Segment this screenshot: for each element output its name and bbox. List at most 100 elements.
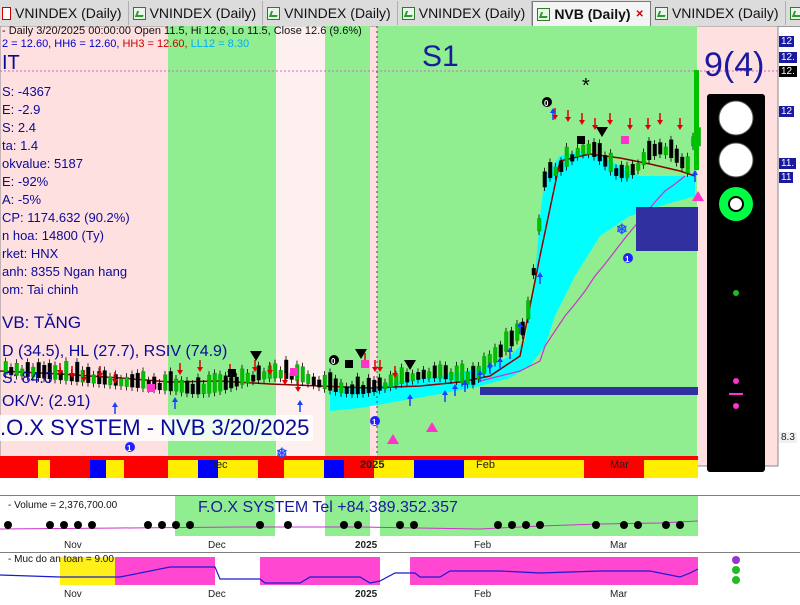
month-label-dec: Dec [208,459,228,471]
candle [471,362,476,389]
chart-tab-icon [654,6,668,20]
svg-text:Feb: Feb [474,540,492,551]
svg-text:Mar: Mar [610,540,628,551]
tab-0[interactable]: VNINDEX (Daily) [0,1,129,25]
svg-text:1: 1 [625,255,630,264]
contact-text: F.O.X SYSTEM Tel +84.389.352.357 [198,499,458,516]
svg-text:2025: 2025 [355,540,378,551]
signal-label: S1 [422,40,459,73]
status-strip [0,456,698,478]
chart-tab-icon [537,7,551,21]
svg-text:0: 0 [544,99,549,108]
info-line: rket: HNX [2,246,59,261]
wave-label: 9(4) [704,46,764,84]
tab-1[interactable]: VNINDEX (Daily) [129,1,264,25]
tab-bar: VNINDEX (Daily) VNINDEX (Daily) VNINDEX (D… [0,0,800,27]
light-top [718,100,754,136]
close-icon[interactable]: ✕ [636,9,644,20]
svg-text:Nov: Nov [64,540,82,551]
info-line: okvalue: 5187 [2,156,83,171]
chart-tab-icon [132,6,146,20]
light-middle [718,142,754,178]
info-line: E: -92% [2,174,49,189]
candle [564,143,569,171]
info-line: S: -4367 [2,84,52,99]
trend-label: VB: TĂNG [2,313,82,332]
chart-tab-icon [2,6,11,20]
svg-text:1: 1 [372,418,377,427]
candle [608,149,613,176]
traffic-light [707,94,765,472]
candle [597,139,602,165]
level-value: HH6 = 12.60, [54,38,123,50]
watermark: .O.X SYSTEM - NVB 3/20/2025 [0,415,314,441]
tab-2[interactable]: VNINDEX (Daily) [263,1,398,25]
info-line: om: Tai chinh [2,282,79,297]
safety-title: - Muc do an toan = 9.00 [8,554,114,565]
tab-label: VNINDEX (Daily) [149,5,257,21]
candle [212,369,217,397]
chart-tab-icon [401,6,415,20]
support-box [636,207,698,251]
ohlc-line: - Daily 3/20/2025 00:00:00 Open 11.5, Hi… [2,25,362,37]
tab-3[interactable]: VNINDEX (Daily) [398,1,533,25]
score-line: S: 84.0 [2,370,53,387]
svg-text:Dec: Dec [208,589,226,600]
last-candle [694,70,699,170]
levels-line: 2 = 12.60, HH6 = 12.60, HH3 = 12.60, LL1… [2,38,249,50]
tab-label: NVB (Daily) [554,6,631,22]
info-line: anh: 8355 Ngan hang [2,264,128,279]
price-axis-label: 12. [779,52,797,63]
star-marker: * [582,75,590,97]
tab-label: VNINDEX (Daily) [284,5,391,21]
tab-4[interactable]: NVB (Daily) ✕ [532,1,651,26]
tab-5[interactable]: VNINDEX (Daily) [651,1,786,25]
price-axis-label: 8.3 [779,432,797,443]
pbv-line: OK/V: (2.91) [2,393,91,410]
info-line: E: -2.9 [2,102,41,117]
svg-text:2025: 2025 [355,589,378,600]
safety-pane: - Muc do an toan = 9.00 Nov Dec 2025 Feb… [0,553,800,600]
svg-text:Dec: Dec [208,540,226,551]
info-line: ta: 1.4 [2,138,39,153]
info-line: S: 2.4 [2,120,36,135]
volume-pane: - Volume = 2,376,700.00 F.O.X SYSTEM Tel… [0,496,800,552]
svg-text:Mar: Mar [610,589,628,600]
candle [669,135,674,162]
month-label-feb: Feb [476,459,495,471]
candle [75,358,80,386]
info-line: CP: 1174.632 (90.2%) [2,210,130,225]
level-value: LL12 = 8.30 [190,38,250,50]
candle [647,137,652,164]
level-value: 2 = 12.60, [2,38,55,50]
indicators-line: D (34.5), HL (27.7), RSIV (74.9) [2,343,228,360]
candle [482,352,487,378]
chart-tab-icon [789,6,800,20]
svg-text:1: 1 [127,444,132,453]
svg-text:❄: ❄ [616,221,628,237]
price-axis-label: 11 [779,172,794,183]
svg-text:0: 0 [331,357,336,366]
price-axis-label: 11. [779,158,797,169]
svg-text:Nov: Nov [64,589,82,600]
svg-text:❄: ❄ [276,445,288,461]
candle [64,357,69,385]
candle [207,371,212,398]
info-line: n hoa: 14800 (Ty) [2,228,104,243]
candle [168,367,173,395]
support-bar [480,387,698,395]
price-axis-label: 12. [779,66,797,77]
tab-label: VNINDEX (Daily) [15,5,122,21]
price-axis-label: 12 [779,36,795,47]
month-label-2025: 2025 [360,459,384,471]
svg-text:Feb: Feb [474,589,492,600]
month-label-mar: Mar [610,459,629,471]
tab-label: VNINDEX (Daily) [418,5,526,21]
level-value: HH3 = 12.60, [122,38,191,50]
volume-title: - Volume = 2,376,700.00 [8,500,118,511]
price-axis-label: 12 [779,106,795,117]
candle [328,368,333,395]
tab-label: VNINDEX (Daily) [671,5,779,21]
tab-6[interactable]: Analysis1 [786,1,800,25]
ticker-fragment: IT [2,52,20,74]
